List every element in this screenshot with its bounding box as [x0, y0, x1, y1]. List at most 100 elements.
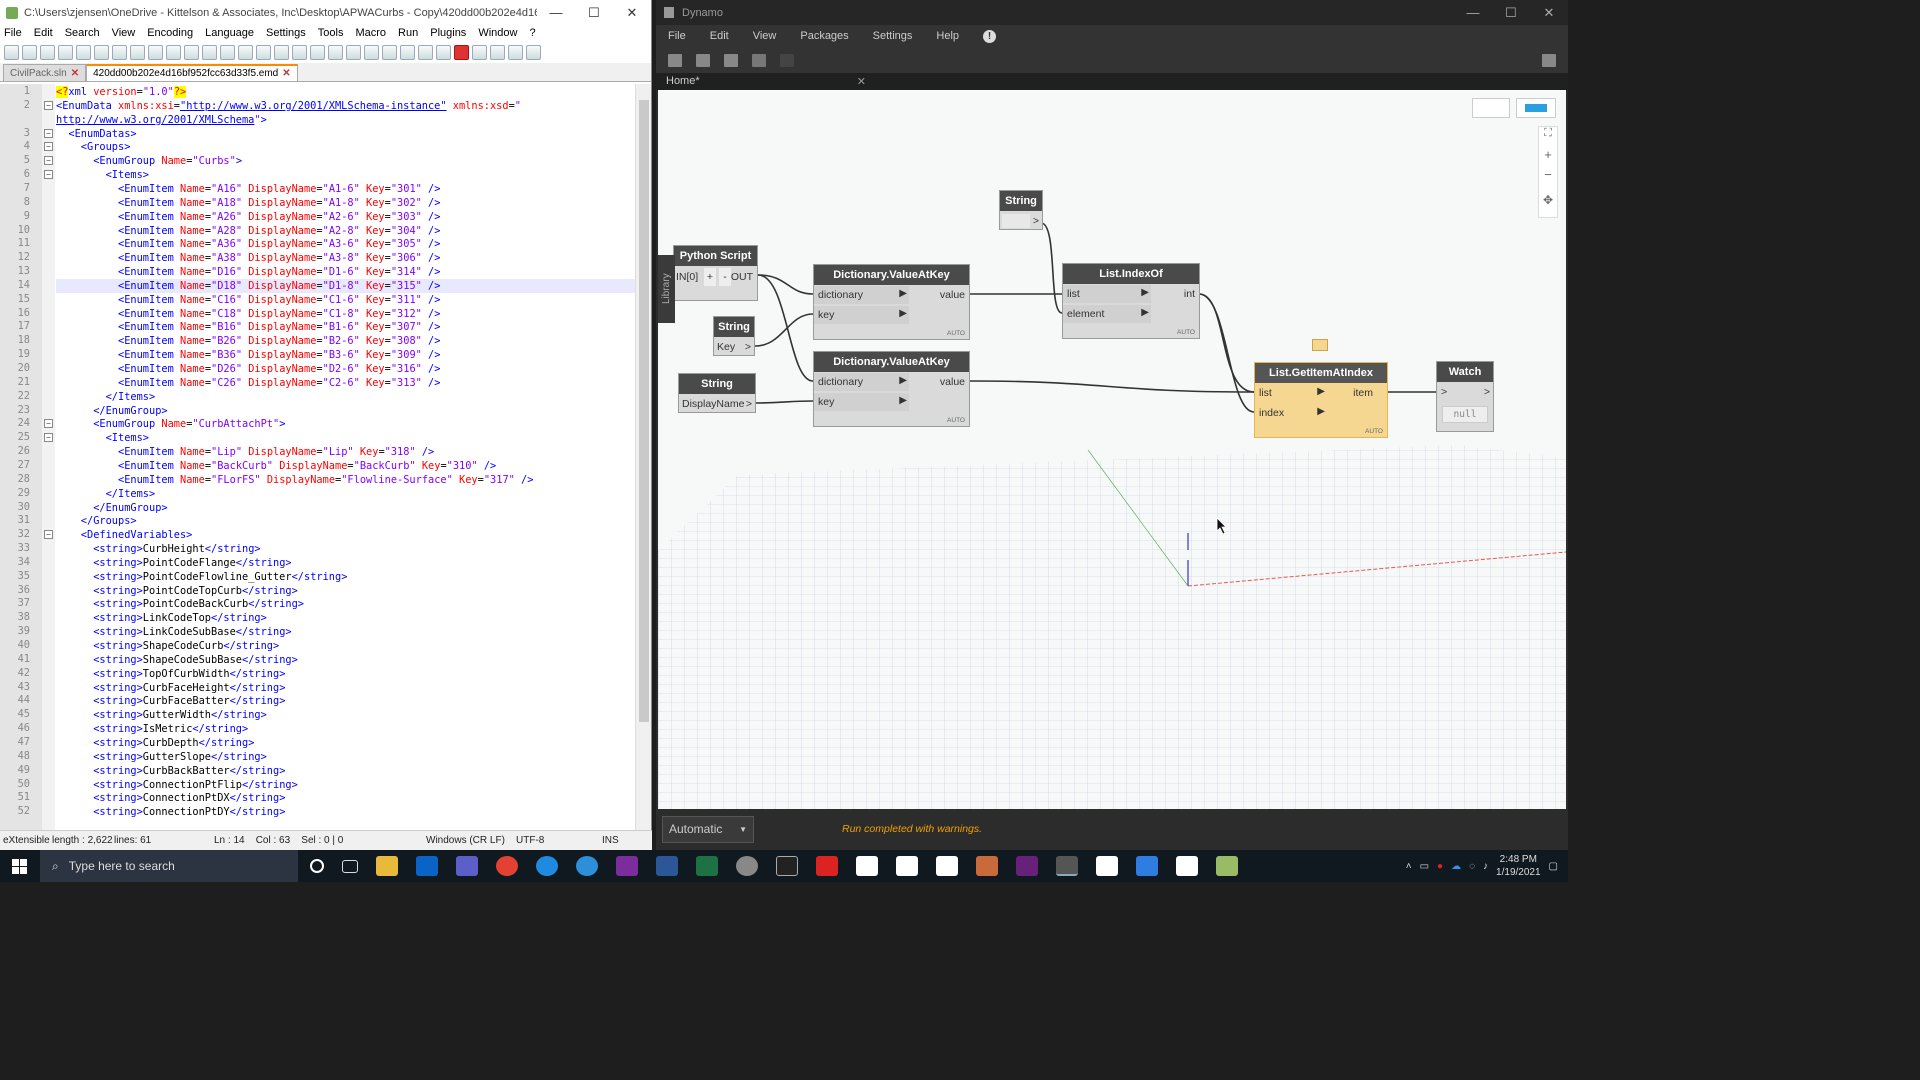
menu-language[interactable]: Language — [205, 27, 254, 39]
maximize-button[interactable]: ☐ — [575, 5, 613, 21]
run-mode-dropdown[interactable]: Automatic ▼ — [662, 816, 754, 843]
input-port-list[interactable]: list — [1063, 285, 1151, 303]
record-macro-icon[interactable] — [454, 44, 469, 60]
copy-icon[interactable] — [148, 44, 163, 60]
input-port-list[interactable]: list — [1255, 384, 1325, 402]
code-line[interactable]: </Items> — [56, 487, 636, 501]
add-input-button[interactable]: + — [704, 268, 716, 286]
output-port-item[interactable]: item — [1353, 384, 1373, 402]
close-file-icon[interactable] — [76, 44, 91, 60]
stop-macro-icon[interactable] — [472, 44, 487, 60]
code-line[interactable]: <?xml version="1.0"?> — [56, 85, 636, 99]
dynamo-taskbar-icon[interactable] — [1056, 856, 1078, 876]
code-line[interactable]: <EnumItem Name="D26" DisplayName="D2-6" … — [56, 362, 636, 376]
onedrive-icon[interactable]: ☁ — [1451, 861, 1461, 872]
code-line[interactable]: <string>ShapeCodeCurb</string> — [56, 639, 636, 653]
code-line[interactable]: <EnumItem Name="FLorFS" DisplayName="Flo… — [56, 473, 636, 487]
redo-icon[interactable] — [780, 53, 794, 67]
code-line[interactable]: <string>CurbFaceBatter</string> — [56, 694, 636, 708]
code-line[interactable]: <string>LinkCodeSubBase</string> — [56, 625, 636, 639]
code-line[interactable]: <string>PointCodeBackCurb</string> — [56, 597, 636, 611]
code-line[interactable]: <EnumItem Name="B26" DisplayName="B2-6" … — [56, 334, 636, 348]
code-line[interactable]: <string>ShapeCodeSubBase</string> — [56, 653, 636, 667]
code-line[interactable]: </Items> — [56, 390, 636, 404]
input-port[interactable]: > — [1441, 383, 1447, 401]
menu-encoding[interactable]: Encoding — [147, 27, 193, 39]
dictionary-valueatkey-node[interactable]: Dictionary.ValueAtKey dictionary ▶ key ▶… — [813, 264, 970, 340]
start-button[interactable] — [0, 850, 38, 882]
code-line[interactable]: <DefinedVariables> — [56, 528, 636, 542]
play-macro-icon[interactable] — [490, 44, 505, 60]
task-view-icon[interactable] — [342, 859, 358, 873]
code-line[interactable]: <Items> — [56, 431, 636, 445]
zoom-in-icon[interactable] — [256, 44, 271, 60]
output-port-int[interactable]: int — [1184, 285, 1195, 303]
code-line[interactable]: <EnumItem Name="A16" DisplayName="A1-6" … — [56, 182, 636, 196]
code-line[interactable]: <EnumGroup Name="Curbs"> — [56, 154, 636, 168]
new-file-icon[interactable] — [668, 53, 682, 67]
menu-run[interactable]: Run — [398, 27, 418, 39]
excel-icon[interactable] — [696, 856, 718, 876]
minimize-button[interactable]: — — [537, 5, 575, 20]
code-line[interactable]: <Groups> — [56, 140, 636, 154]
code-line[interactable]: <EnumItem Name="D16" DisplayName="D1-6" … — [56, 265, 636, 279]
code-line[interactable]: <string>CurbHeight</string> — [56, 542, 636, 556]
outlook-icon[interactable] — [416, 856, 438, 876]
visual-studio-icon[interactable] — [1016, 856, 1038, 876]
chrome-icon[interactable] — [496, 856, 518, 876]
input-port-index[interactable]: index — [1255, 404, 1325, 422]
code-line[interactable]: http://www.w3.org/2001/XMLSchema"> — [56, 113, 636, 127]
code-line[interactable]: <EnumItem Name="A28" DisplayName="A2-8" … — [56, 224, 636, 238]
string-value-field[interactable]: Key — [717, 338, 735, 356]
chevron-up-icon[interactable]: ˄ — [1406, 861, 1412, 872]
fold-toggle-icon[interactable]: − — [44, 433, 53, 443]
code-editor[interactable]: 1 2 3 4 5 6 7 8 9 10 11 12 13 14 15 16 17 18 19 20 21 22 23 24 2… — [0, 84, 652, 830]
code-line[interactable]: <string>CurbFaceHeight</string> — [56, 681, 636, 695]
menu-help[interactable]: Help — [936, 30, 959, 42]
undo-icon[interactable] — [752, 53, 766, 67]
input-port-dictionary[interactable]: dictionary — [814, 286, 909, 304]
print-icon[interactable] — [112, 44, 127, 60]
code-line[interactable]: </Groups> — [56, 514, 636, 528]
output-port[interactable]: > — [746, 395, 752, 413]
code-line[interactable]: <EnumItem Name="C16" DisplayName="C1-6" … — [56, 293, 636, 307]
monitor-icon[interactable] — [436, 44, 451, 60]
output-port[interactable]: > — [745, 338, 751, 356]
fold-toggle-icon[interactable]: − — [44, 170, 53, 180]
list-indexof-node[interactable]: List.IndexOf list ▶ element ▶ int AUTO — [1062, 263, 1200, 339]
menu-view[interactable]: View — [753, 30, 777, 42]
code-line[interactable]: <string>PointCodeFlowline_Gutter</string… — [56, 570, 636, 584]
fold-toggle-icon[interactable]: − — [44, 100, 53, 110]
code-line[interactable]: <EnumItem Name="A36" DisplayName="A3-6" … — [56, 237, 636, 251]
close-button[interactable]: ✕ — [613, 5, 651, 21]
fold-toggle-icon[interactable]: − — [44, 419, 53, 429]
menu-settings[interactable]: Settings — [873, 30, 913, 42]
onenote-icon[interactable] — [616, 856, 638, 876]
node-comment-icon[interactable] — [1312, 339, 1328, 351]
code-line[interactable]: <string>PointCodeTopCurb</string> — [56, 584, 636, 598]
new-file-icon[interactable] — [4, 44, 19, 60]
infraworks-icon[interactable] — [856, 856, 878, 876]
string-node[interactable]: String > — [999, 190, 1043, 230]
file-explorer-icon[interactable] — [376, 856, 398, 876]
fold-toggle-icon[interactable]: − — [44, 530, 53, 540]
find-icon[interactable] — [220, 44, 235, 60]
code-line[interactable]: <string>ConnectionPtDY</string> — [56, 805, 636, 819]
epic-games-icon[interactable] — [776, 856, 798, 876]
zoom-out-icon[interactable] — [274, 44, 289, 60]
output-port-out[interactable]: OUT — [731, 268, 753, 286]
redo-icon[interactable] — [202, 44, 217, 60]
code-line[interactable]: <EnumItem Name="B36" DisplayName="B3-6" … — [56, 348, 636, 362]
list-getitematindex-node[interactable]: List.GetItemAtIndex list ▶ index ▶ item … — [1254, 362, 1388, 438]
tab-emd-file[interactable]: 420dd00b202e4d16bf952fcc63d33f5.emd ✕ — [86, 64, 298, 81]
tab-home[interactable]: Home* ✕ — [666, 75, 866, 88]
teams-icon[interactable] — [456, 856, 478, 876]
indent-guide-icon[interactable] — [364, 44, 379, 60]
code-line[interactable]: <EnumItem Name="Lip" DisplayName="Lip" K… — [56, 445, 636, 459]
show-all-chars-icon[interactable] — [346, 44, 361, 60]
close-tab-icon[interactable]: ✕ — [857, 75, 866, 88]
save-icon[interactable] — [40, 44, 55, 60]
paste-icon[interactable] — [166, 44, 181, 60]
open-file-icon[interactable] — [22, 44, 37, 60]
fold-toggle-icon[interactable]: − — [44, 156, 53, 166]
